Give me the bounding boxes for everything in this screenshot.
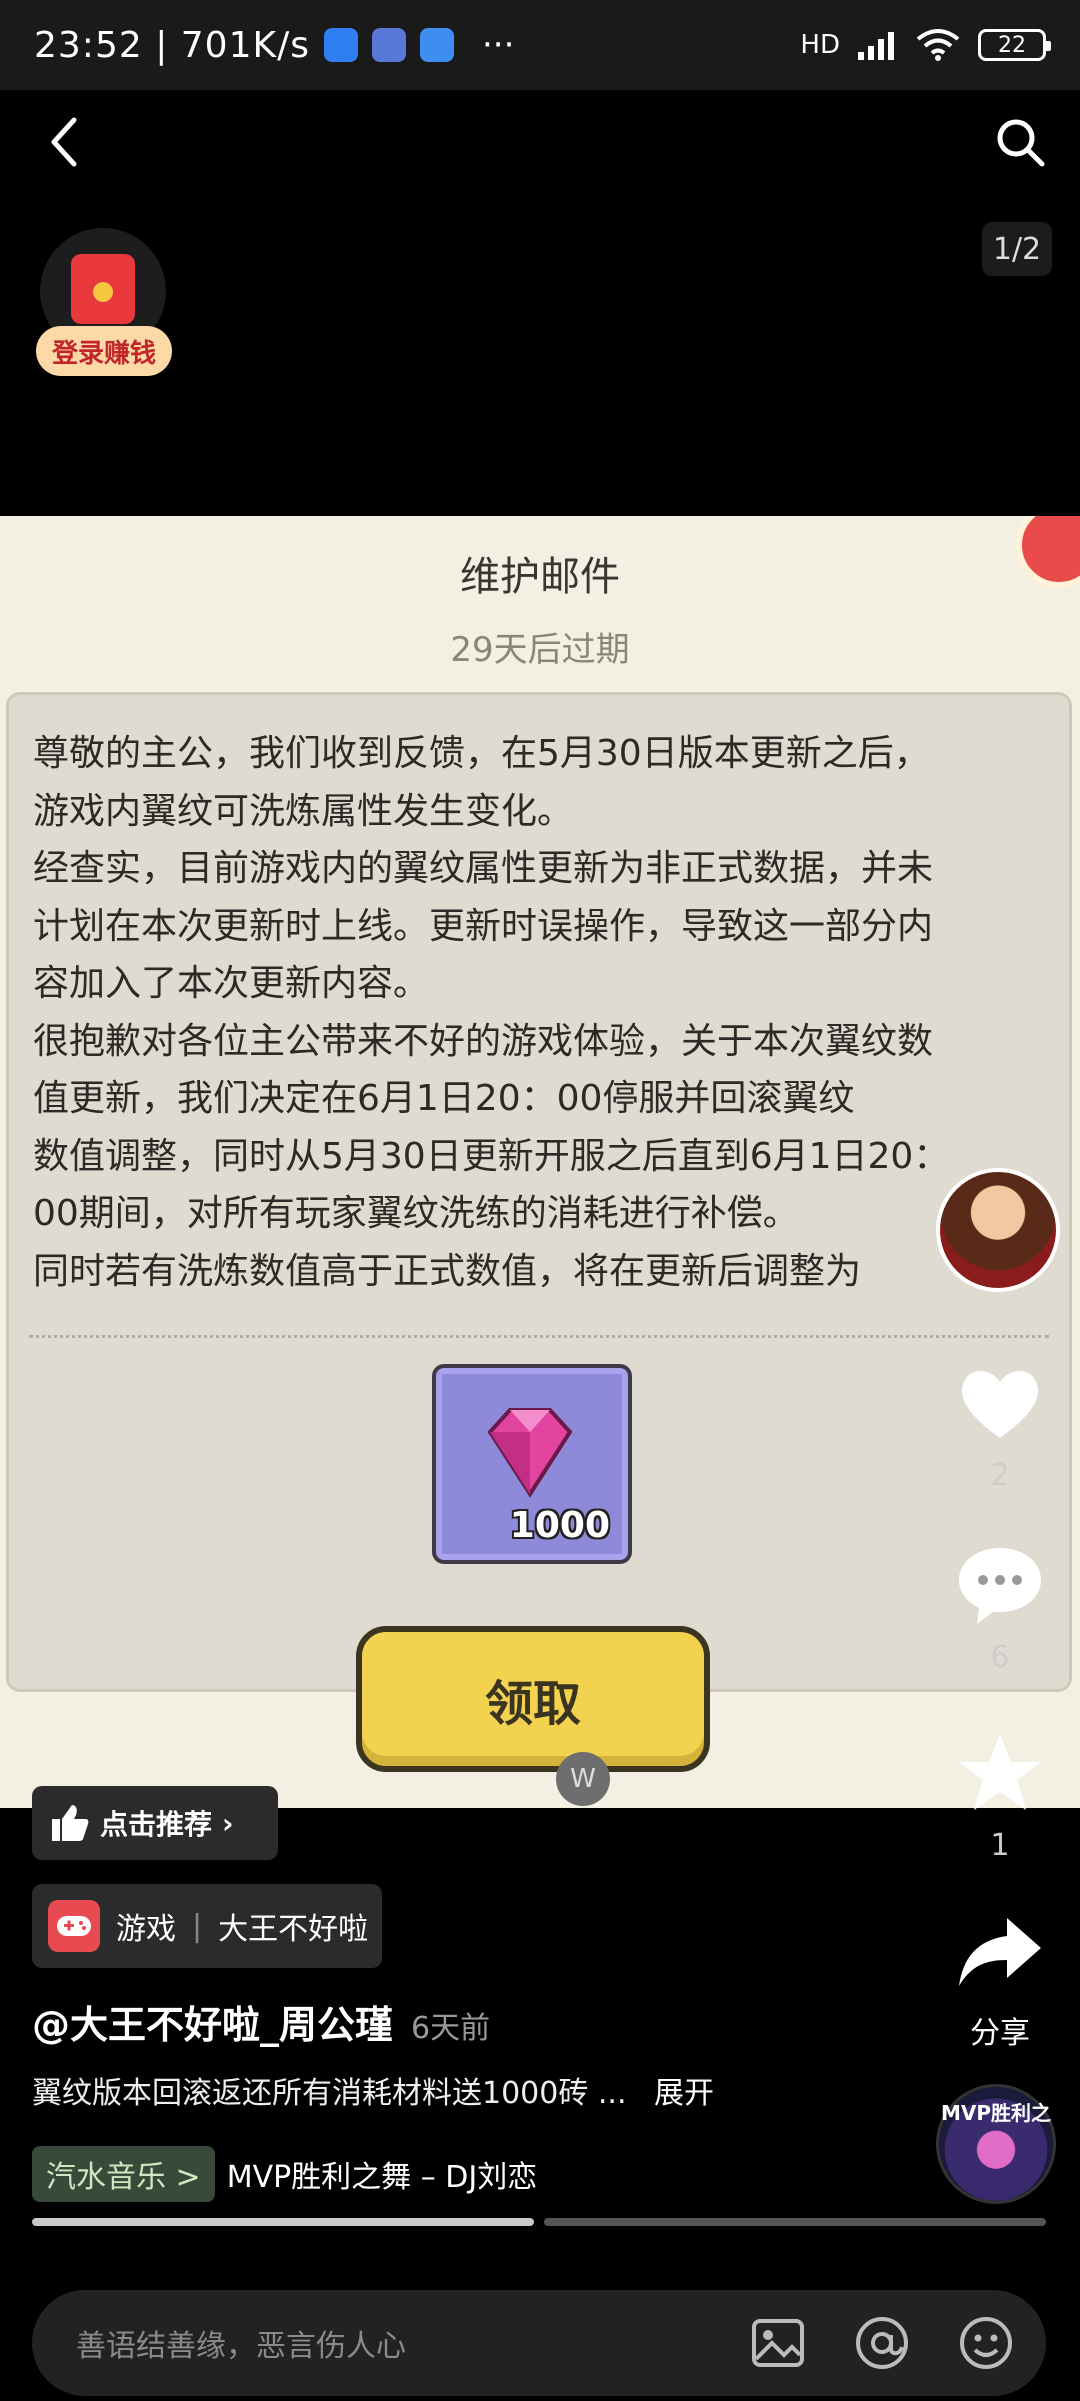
game-tag-chip[interactable]: 游戏 | 大王不好啦: [32, 1884, 382, 1968]
mention-icon[interactable]: [852, 2313, 912, 2373]
separator: |: [192, 1908, 203, 1944]
category-label: 游戏: [116, 1912, 176, 1947]
music-row[interactable]: 汽水音乐 > MVP胜利之舞 – DJ刘恋: [32, 2146, 537, 2202]
back-icon[interactable]: [40, 112, 90, 172]
app-notification-icon: [419, 28, 454, 62]
image-picker-icon[interactable]: [748, 2313, 808, 2373]
music-source-tag[interactable]: 汽水音乐 >: [32, 2146, 215, 2202]
emoji-icon[interactable]: [956, 2313, 1016, 2373]
music-title: MVP胜利之舞 – DJ刘恋: [226, 2160, 538, 2195]
thumbs-up-icon: [52, 1805, 89, 1841]
app-notification-icon: [323, 28, 358, 62]
claim-button: 领取: [356, 1626, 710, 1772]
progress-segment: [32, 2218, 534, 2226]
reward-item: 1000: [432, 1364, 632, 1564]
status-time: 23:52 | 701K/s: [34, 24, 310, 66]
search-icon[interactable]: [990, 112, 1050, 172]
comment-count: 6: [990, 1640, 1010, 1675]
comment-input[interactable]: 善语结善缘，恶言伤人心: [76, 2321, 704, 2365]
image-progress-indicator: [32, 2218, 1046, 2226]
channel-label: 大王不好啦: [218, 1912, 369, 1947]
heart-icon: [961, 1370, 1039, 1438]
status-bar: 23:52 | 701K/s ··· HD 22: [0, 0, 1080, 90]
post-time: 6天前: [411, 2011, 491, 2046]
gamepad-icon: [48, 1900, 100, 1952]
diamond-icon: [487, 1408, 573, 1498]
share-label: 分享: [970, 2016, 1030, 2051]
signal-icon: [858, 32, 894, 60]
author-name[interactable]: @大王不好啦_周公瑾: [32, 1994, 393, 2049]
network-label: HD: [800, 30, 840, 60]
music-disc[interactable]: MVP胜利之: [936, 2084, 1056, 2204]
recommend-button[interactable]: 点击推荐 ›: [32, 1786, 278, 1860]
post-image[interactable]: 维护邮件 29天后过期 尊敬的主公，我们收到反馈，在5月30日版本更新之后， 游…: [0, 516, 1080, 1808]
battery-icon: 22: [978, 29, 1051, 61]
more-notifications-icon: ···: [481, 25, 515, 65]
expand-link[interactable]: 展开: [654, 2076, 714, 2111]
status-indicators: HD 22: [800, 29, 1051, 61]
comment-button[interactable]: 6: [940, 1540, 1060, 1675]
share-icon: [959, 1918, 1041, 1986]
app-notification-icon: [371, 28, 406, 62]
wifi-icon: [916, 29, 960, 61]
star-icon: [959, 1734, 1041, 1810]
progress-segment: [544, 2218, 1046, 2226]
video-description: 翼纹版本回滚返还所有消耗材料送1000砖 ... 展开: [32, 2068, 714, 2112]
battery-level: 22: [998, 32, 1026, 58]
favorite-button[interactable]: 1: [940, 1728, 1060, 1863]
author-avatar[interactable]: [936, 1168, 1060, 1292]
comment-icon: [959, 1548, 1041, 1624]
share-button[interactable]: 分享: [940, 1908, 1060, 2052]
author-row: @大王不好啦_周公瑾 6天前: [32, 1994, 490, 2049]
divider: [29, 1335, 1049, 1338]
mail-expire: 29天后过期: [450, 630, 630, 670]
chevron-right-icon: ›: [222, 1806, 234, 1840]
login-earn-badge[interactable]: 登录赚钱: [36, 326, 172, 376]
image-page-counter: 1/2: [982, 222, 1052, 276]
like-count: 2: [990, 1458, 1010, 1493]
description-text: 翼纹版本回滚返还所有消耗材料送1000砖 ...: [32, 2076, 627, 2111]
status-app-icons: [323, 28, 454, 62]
reward-count: 1000: [509, 1505, 610, 1546]
mail-body-text: 尊敬的主公，我们收到反馈，在5月30日版本更新之后， 游戏内翼纹可洗炼属性发生变…: [33, 733, 950, 1292]
like-button[interactable]: 2: [940, 1358, 1060, 1493]
comment-input-bar[interactable]: 善语结善缘，恶言伤人心: [32, 2290, 1046, 2396]
disc-label: MVP胜利之: [940, 2101, 1052, 2125]
red-envelope-icon: [71, 254, 135, 324]
recommend-label: 点击推荐: [100, 1808, 213, 1841]
watermark-badge: W: [556, 1752, 610, 1806]
favorite-count: 1: [990, 1828, 1010, 1863]
mail-title: 维护邮件: [460, 554, 620, 600]
